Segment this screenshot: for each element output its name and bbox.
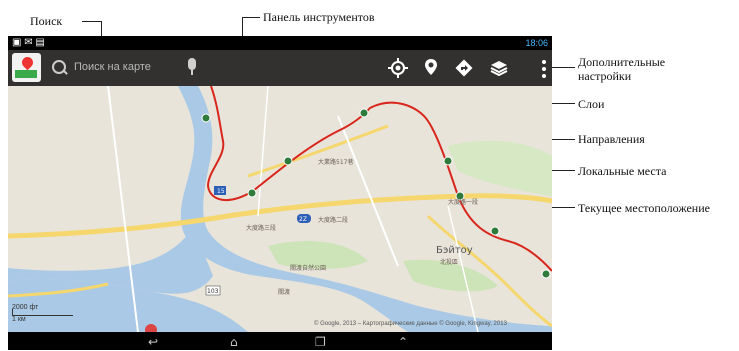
- tablet-screen: 15 2Z 103 大度路三段 大度路二段 大度路一段 Бэйтоу 北投區 大…: [8, 36, 552, 350]
- notification-icons: ▣ ✉ ▤: [12, 37, 45, 48]
- location-target-icon[interactable]: [388, 58, 408, 78]
- callout-more-settings-1: Дополнительные: [578, 55, 666, 69]
- callout-directions: Направления: [578, 132, 645, 146]
- toolbar: Поиск на карте: [8, 50, 552, 86]
- layers-icon[interactable]: [489, 58, 509, 78]
- menu-icon[interactable]: ⌃: [398, 335, 408, 349]
- callout-search: Поиск: [30, 14, 63, 28]
- overflow-menu-icon[interactable]: [542, 60, 546, 78]
- svg-text:大度路二段: 大度路二段: [318, 216, 348, 224]
- navigation-bar: ↩ ⌂ ❐ ⌃: [8, 332, 552, 350]
- svg-text:關渡自然公園: 關渡自然公園: [290, 264, 326, 272]
- back-icon[interactable]: ↩: [148, 335, 158, 349]
- callout-current-location: Текущее местоположение: [578, 201, 710, 215]
- status-bar: ▣ ✉ ▤ 18:06: [8, 36, 552, 50]
- callout-layers: Слои: [578, 97, 605, 111]
- svg-text:關渡: 關渡: [278, 288, 290, 296]
- status-time: 18:06: [525, 38, 548, 48]
- microphone-icon[interactable]: [188, 58, 196, 70]
- svg-text:大度路一段: 大度路一段: [448, 198, 478, 206]
- directions-icon[interactable]: [454, 58, 474, 78]
- recent-apps-icon[interactable]: ❐: [315, 335, 326, 349]
- leader-toolbar-h: [242, 17, 260, 18]
- svg-text:15: 15: [217, 188, 225, 195]
- map-copyright: © Google, 2013 – Картографические данные…: [314, 321, 507, 327]
- search-input[interactable]: Поиск на карте: [50, 58, 200, 78]
- callout-toolbar: Панель инструментов: [263, 10, 375, 24]
- svg-text:大業路517巷: 大業路517巷: [318, 158, 353, 166]
- svg-text:2Z: 2Z: [299, 216, 307, 223]
- home-icon[interactable]: ⌂: [230, 335, 238, 349]
- svg-text:大度路三段: 大度路三段: [246, 224, 276, 232]
- svg-text:Бэйтоу: Бэйтоу: [436, 245, 473, 256]
- leader-search-h: [82, 21, 102, 22]
- maps-app-icon[interactable]: [12, 53, 41, 82]
- callout-local-places: Локальные места: [578, 164, 667, 178]
- svg-text:103: 103: [207, 288, 219, 295]
- callout-more-settings-2: настройки: [578, 69, 632, 83]
- map-canvas[interactable]: 15 2Z 103 大度路三段 大度路二段 大度路一段 Бэйтоу 北投區 大…: [8, 86, 552, 332]
- search-placeholder: Поиск на карте: [74, 61, 151, 73]
- scale-km: 1 км: [12, 316, 26, 323]
- local-places-icon[interactable]: [421, 58, 441, 78]
- map-scale: 2000 фт 1 км: [12, 304, 73, 323]
- svg-text:北投區: 北投區: [440, 258, 458, 266]
